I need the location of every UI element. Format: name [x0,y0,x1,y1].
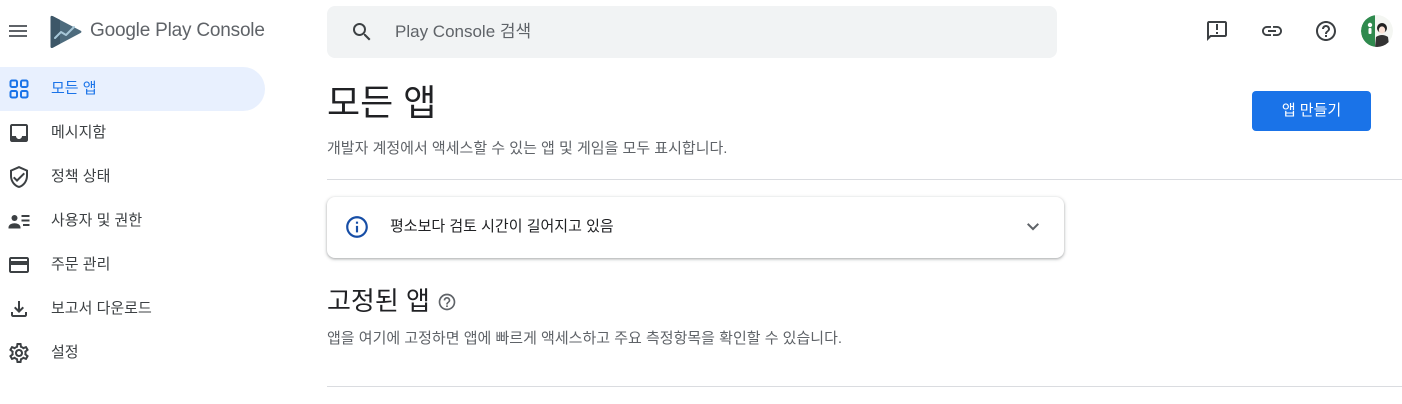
sidebar-nav: 모든 앱 메시지함 정책 상태 사용자 및 권한 주문 관리 보고서 다운로드 … [0,67,265,375]
sidebar-item-label: 모든 앱 [51,80,97,97]
link-icon[interactable] [1260,19,1284,43]
create-app-button[interactable]: 앱 만들기 [1252,91,1371,131]
search-bar[interactable] [327,6,1057,58]
section-title: 고정된 앱 [327,286,430,316]
help-icon[interactable] [437,292,457,312]
users-permissions-icon [7,209,31,233]
apps-grid-icon [7,77,31,101]
sidebar-item-policy-status[interactable]: 정책 상태 [0,155,265,199]
review-time-notice[interactable]: 평소보다 검토 시간이 길어지고 있음 [327,197,1064,258]
sidebar-item-label: 주문 관리 [51,256,111,273]
sidebar-item-inbox[interactable]: 메시지함 [0,111,265,155]
sidebar-item-label: 설정 [51,344,79,361]
sidebar-item-label: 사용자 및 권한 [51,212,143,229]
feedback-icon[interactable] [1205,19,1229,43]
page-subtitle: 개발자 계정에서 액세스할 수 있는 앱 및 게임을 모두 표시합니다. [327,140,728,157]
notice-text: 평소보다 검토 시간이 길어지고 있음 [390,218,614,235]
chevron-down-icon[interactable] [1021,215,1045,239]
avatar[interactable] [1361,15,1393,47]
search-icon[interactable] [350,20,374,44]
sidebar-item-users-permissions[interactable]: 사용자 및 권한 [0,199,265,243]
menu-icon[interactable] [6,19,30,43]
section-description: 앱을 여기에 고정하면 앱에 빠르게 액세스하고 주요 측정항목을 확인할 수 … [327,330,843,347]
sidebar-item-settings[interactable]: 설정 [0,331,265,375]
help-icon[interactable] [1314,19,1338,43]
sidebar-item-order-management[interactable]: 주문 관리 [0,243,265,287]
sidebar-item-download-reports[interactable]: 보고서 다운로드 [0,287,265,331]
app-brand-title[interactable]: Google Play Console [90,19,265,43]
download-icon [7,297,31,321]
divider [327,179,1402,180]
divider [327,386,1402,387]
sidebar-item-label: 보고서 다운로드 [51,300,152,317]
sidebar-item-all-apps[interactable]: 모든 앱 [0,67,265,111]
info-icon [344,214,370,240]
credit-card-icon [7,253,31,277]
inbox-icon [7,121,31,145]
play-console-logo-icon[interactable] [48,14,84,50]
sidebar-item-label: 정책 상태 [51,168,111,185]
sidebar-item-label: 메시지함 [51,124,107,141]
shield-check-icon [7,165,31,189]
pinned-apps-header: 고정된 앱 [327,285,457,317]
page-title: 모든 앱 [327,82,437,123]
search-input[interactable] [383,6,1023,58]
gear-icon [7,341,31,365]
